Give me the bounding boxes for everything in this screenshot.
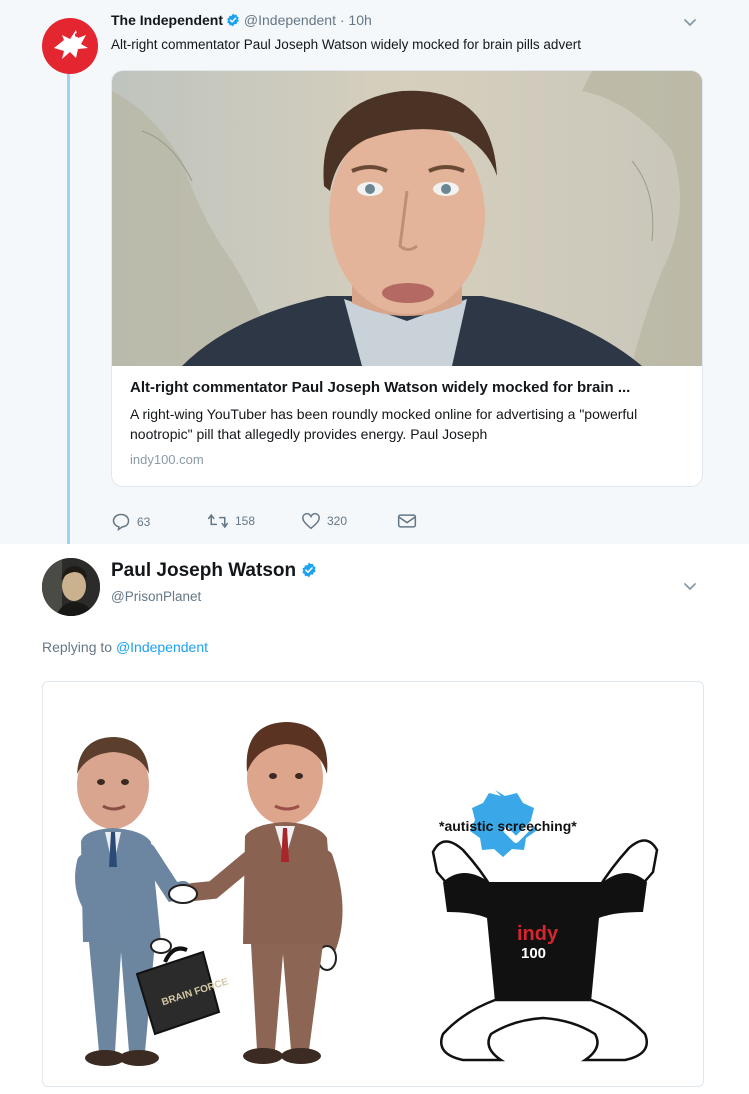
author-name[interactable]: The Independent: [111, 12, 223, 28]
like-button[interactable]: 320: [301, 512, 347, 530]
card-title[interactable]: Alt-right commentator Paul Joseph Watson…: [130, 379, 630, 396]
prisonplanet-avatar[interactable]: [42, 558, 100, 616]
shirt-logo-bottom: 100: [521, 945, 546, 962]
mention-link[interactable]: @Independent: [116, 639, 208, 655]
verified-badge-icon: [302, 562, 316, 578]
reply-icon: [112, 513, 130, 532]
retweet-count: 158: [235, 514, 256, 528]
reply-button[interactable]: 63: [111, 512, 150, 532]
meme-caption: *autistic screeching*: [439, 818, 577, 834]
card-domain: indy100.com: [130, 452, 204, 467]
tweet-independent[interactable]: The Independent @Independent · 10h Alt-r…: [0, 0, 749, 548]
reply-count: 63: [137, 515, 151, 529]
card-image: [112, 71, 702, 366]
replying-prefix: Replying to: [42, 639, 113, 655]
like-icon: [302, 512, 320, 530]
thread-connector-line: [67, 70, 70, 548]
eagle-logo-icon: [54, 30, 88, 59]
like-count: 320: [327, 514, 348, 528]
tweet-time[interactable]: 10h: [348, 12, 371, 28]
tweet-prisonplanet[interactable]: Paul Joseph Watson @PrisonPlanet Replyin…: [0, 544, 749, 1094]
chevron-down-icon[interactable]: [683, 18, 697, 28]
author-name[interactable]: Paul Joseph Watson: [111, 560, 317, 582]
author-handle[interactable]: @PrisonPlanet: [111, 589, 201, 604]
replying-to: Replying to @Independent: [42, 639, 208, 655]
independent-avatar[interactable]: [42, 18, 98, 74]
direct-message-icon: [397, 514, 417, 528]
verified-badge-icon: [227, 13, 239, 27]
meta-separator: ·: [339, 12, 345, 28]
shirt-logo-top: indy: [517, 923, 559, 945]
retweet-icon: [207, 513, 229, 529]
direct-message-button[interactable]: [397, 512, 417, 530]
meme-illustration: BRAIN FORCE indy 100: [75, 722, 659, 1066]
meme-image[interactable]: BRAIN FORCE indy 100 *autistic screechin…: [42, 681, 704, 1087]
retweet-button[interactable]: 158: [207, 512, 255, 530]
chevron-down-icon[interactable]: [683, 582, 697, 592]
card-description: A right-wing YouTuber has been roundly m…: [130, 406, 638, 442]
author-name-text: Paul Joseph Watson: [111, 560, 297, 581]
link-card[interactable]: Alt-right commentator Paul Joseph Watson…: [111, 70, 703, 487]
tweet-text: Alt-right commentator Paul Joseph Watson…: [111, 37, 581, 52]
author-handle[interactable]: @Independent: [244, 12, 336, 28]
tweet1-header: The Independent @Independent · 10h: [111, 12, 372, 28]
